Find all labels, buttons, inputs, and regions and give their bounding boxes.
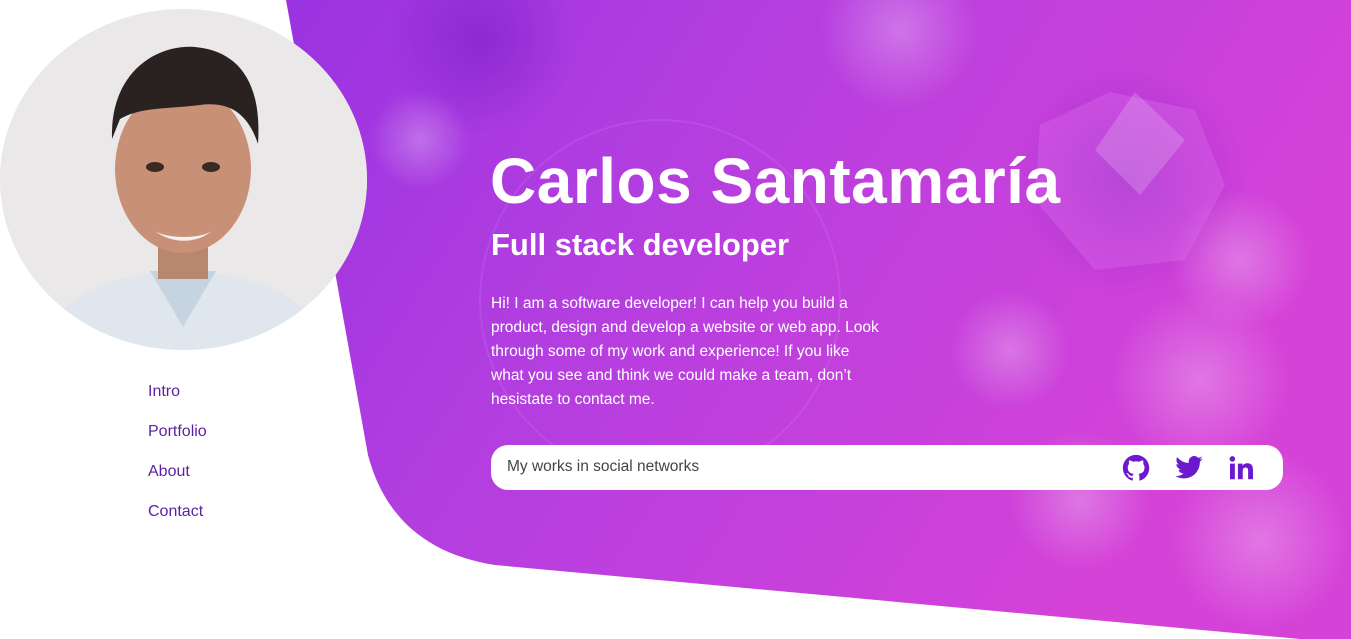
nav-item-intro[interactable]: Intro: [148, 382, 207, 402]
avatar: [0, 9, 367, 350]
hero-description: Hi! I am a software developer! I can hel…: [491, 295, 879, 408]
hero-role: Full stack developer: [491, 227, 790, 262]
linkedin-icon[interactable]: [1226, 453, 1256, 483]
nav-item-portfolio[interactable]: Portfolio: [148, 422, 207, 442]
hero-name: Carlos Santamaría: [490, 145, 1061, 217]
social-label: My works in social networks: [507, 458, 700, 475]
social-bar: My works in social networks: [491, 445, 1283, 490]
nav-item-contact[interactable]: Contact: [148, 502, 207, 522]
nav-item-about[interactable]: About: [148, 462, 207, 482]
profile-photo: [0, 9, 367, 350]
side-nav: Intro Portfolio About Contact: [148, 382, 207, 542]
twitter-icon[interactable]: [1174, 453, 1204, 483]
github-icon[interactable]: [1121, 453, 1151, 483]
